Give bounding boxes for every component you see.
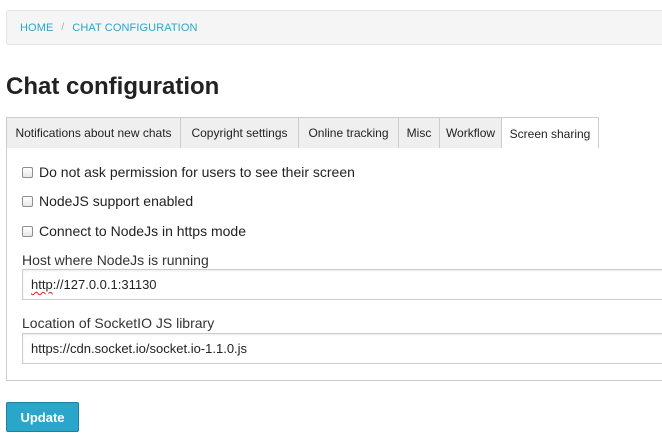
settings-tabs: Notifications about new chats Copyright … xyxy=(6,117,662,149)
update-button[interactable]: Update xyxy=(6,402,79,432)
https-mode-checkbox[interactable] xyxy=(22,225,33,237)
tab-workflow[interactable]: Workflow xyxy=(439,117,502,148)
socketio-location-input[interactable]: https://cdn.socket.io/socket.io-1.1.0.js xyxy=(22,333,662,364)
option-nodejs-support-row[interactable]: NodeJS support enabled xyxy=(22,193,193,209)
tab-copyright-settings[interactable]: Copyright settings xyxy=(180,117,299,148)
option-https-mode-row[interactable]: Connect to NodeJs in https mode xyxy=(22,223,246,239)
nodejs-host-label: Host where NodeJs is running xyxy=(22,252,209,268)
socketio-location-text: https://cdn.socket.io/socket.io-1.1.0.js xyxy=(31,341,248,356)
breadcrumb-home-link[interactable]: HOME xyxy=(20,22,53,34)
no-permission-checkbox[interactable] xyxy=(22,166,33,178)
nodejs-host-input[interactable]: http://127.0.0.1:31130 xyxy=(22,269,662,300)
nodejs-support-checkbox[interactable] xyxy=(22,195,33,207)
breadcrumb: HOME / CHAT CONFIGURATION xyxy=(6,10,662,45)
tab-notifications-about-new-chats[interactable]: Notifications about new chats xyxy=(6,117,181,148)
tab-screen-sharing[interactable]: Screen sharing xyxy=(501,117,599,149)
nodejs-host-scheme-text: http xyxy=(31,277,53,292)
breadcrumb-current-link[interactable]: CHAT CONFIGURATION xyxy=(72,22,197,34)
tab-misc[interactable]: Misc xyxy=(398,117,440,148)
breadcrumb-separator: / xyxy=(61,22,65,33)
socketio-location-label: Location of SocketIO JS library xyxy=(22,315,215,331)
page-title: Chat configuration xyxy=(6,73,220,100)
option-no-permission-row[interactable]: Do not ask permission for users to see t… xyxy=(22,164,355,180)
tab-online-tracking[interactable]: Online tracking xyxy=(298,117,399,148)
no-permission-label: Do not ask permission for users to see t… xyxy=(39,164,355,180)
nodejs-support-label: NodeJS support enabled xyxy=(39,193,194,209)
https-mode-label: Connect to NodeJs in https mode xyxy=(39,223,247,239)
screen-sharing-panel: Do not ask permission for users to see t… xyxy=(6,148,662,381)
nodejs-host-rest-text: ://127.0.0.1:31130 xyxy=(52,277,157,292)
